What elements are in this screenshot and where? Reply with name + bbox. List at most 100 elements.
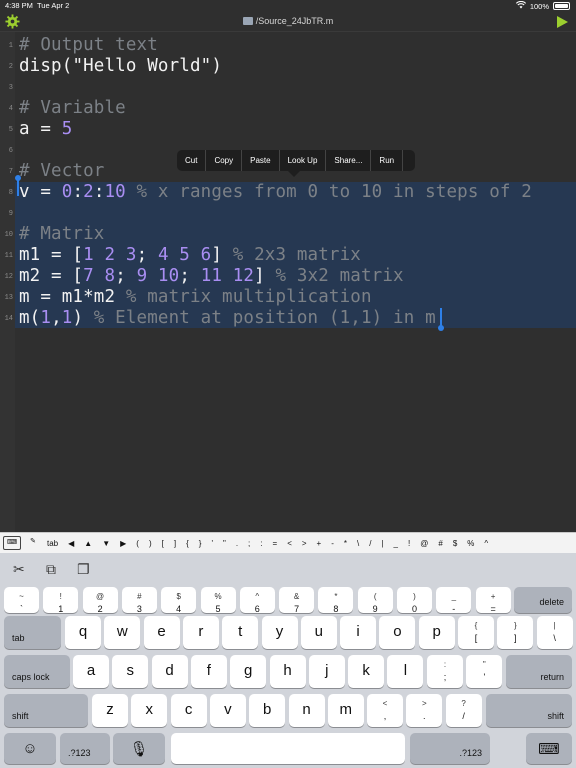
code-line[interactable]: 9 — [0, 202, 576, 223]
menu-copy[interactable]: Copy — [206, 150, 243, 171]
copy-icon[interactable]: ⧉ — [46, 561, 56, 578]
symbol-key[interactable]: _ — [389, 539, 403, 548]
shift-right-key[interactable]: shift — [486, 694, 572, 727]
key-b[interactable]: b — [249, 694, 286, 727]
return-key[interactable]: return — [506, 655, 572, 688]
key-o[interactable]: o — [379, 616, 416, 649]
key-8[interactable]: * 8 — [318, 587, 354, 614]
key-l[interactable]: l — [387, 655, 424, 688]
symbol-key[interactable]: + — [312, 539, 327, 548]
key-e[interactable]: e — [143, 616, 180, 649]
key-3[interactable]: #3 — [121, 587, 157, 614]
key-a[interactable]: a — [73, 655, 109, 688]
symbol-key[interactable]: - — [326, 539, 339, 548]
symbol-key[interactable]: $ — [448, 539, 462, 548]
symbol-key[interactable]: ) — [144, 539, 157, 548]
edit-icon[interactable]: ✎ — [24, 536, 42, 550]
selection-end-handle[interactable] — [440, 308, 442, 326]
key-m[interactable]: m — [327, 694, 364, 727]
code-line[interactable]: 2 disp("Hello World") — [0, 55, 576, 76]
symbol-key[interactable]: ^ — [479, 539, 493, 548]
key-2[interactable]: @2 — [82, 587, 118, 614]
code-line[interactable]: 3 — [0, 76, 576, 97]
symbol-key[interactable]: . — [231, 539, 243, 548]
symbol-key[interactable]: | — [376, 539, 388, 548]
numbers-key-left[interactable]: .?123 — [60, 733, 110, 764]
key-w[interactable]: w — [104, 616, 141, 649]
key-i[interactable]: i — [340, 616, 377, 649]
key-f[interactable]: f — [190, 655, 227, 688]
delete-key[interactable]: delete — [514, 587, 572, 613]
symbol-key[interactable]: { — [181, 539, 194, 548]
key-1[interactable]: ! 1 — [43, 587, 79, 614]
key-u[interactable]: u — [300, 616, 337, 649]
menu-paste[interactable]: Paste — [242, 150, 280, 171]
code-line[interactable]: 12 m2 = [7 8; 9 10; 11 12] % 3x2 matrix — [0, 265, 576, 286]
symbol-key[interactable]: < — [282, 539, 297, 548]
code-line[interactable]: 1 # Output text — [0, 34, 576, 55]
tab-key[interactable]: tab — [4, 616, 61, 649]
symbol-key[interactable]: ; — [243, 539, 255, 548]
symbol-key[interactable]: ▶ — [115, 539, 131, 548]
symbol-key[interactable]: ! — [403, 539, 415, 548]
shift-left-key[interactable]: shift — [4, 694, 88, 727]
key-t[interactable]: t — [222, 616, 259, 649]
key-d[interactable]: d — [151, 655, 188, 688]
paste-icon[interactable]: ❐ — [77, 561, 90, 578]
key-n[interactable]: n — [288, 694, 325, 727]
numbers-key-right[interactable]: .?123 — [410, 733, 490, 764]
key-x[interactable]: x — [131, 694, 168, 727]
key--[interactable]: _ - — [436, 587, 472, 614]
key-4[interactable]: $4 — [161, 587, 197, 614]
symbol-key[interactable]: tab — [42, 539, 63, 548]
menu-share[interactable]: Share... — [326, 150, 372, 171]
symbol-key[interactable]: > — [297, 539, 312, 548]
key-g[interactable]: g — [230, 655, 267, 688]
code-line[interactable]: 4 # Variable — [0, 97, 576, 118]
play-icon[interactable] — [557, 16, 568, 28]
key-h[interactable]: h — [269, 655, 306, 688]
key-9[interactable]: (9 — [357, 587, 393, 614]
code-line[interactable]: 8 v = 0:2:10 % x ranges from 0 to 10 in s… — [0, 181, 576, 202]
symbol-key[interactable]: } — [194, 539, 207, 548]
key-v[interactable]: v — [209, 694, 246, 727]
file-title[interactable]: /Source_24JbTR.m — [0, 16, 576, 26]
symbol-key[interactable]: " — [218, 539, 231, 548]
key-r[interactable]: r — [182, 616, 219, 649]
key-6[interactable]: ^ 6 — [239, 587, 275, 614]
key-k[interactable]: k — [348, 655, 385, 688]
symbol-key[interactable]: ] — [169, 539, 181, 548]
selection-end-knob[interactable] — [438, 325, 444, 331]
keyboard-hide-key[interactable]: ⌨ — [526, 733, 572, 764]
symbol-key[interactable]: : — [255, 539, 267, 548]
menu-cut[interactable]: Cut — [177, 150, 207, 171]
code-line[interactable]: 11 m1 = [1 2 3; 4 5 6] % 2x3 matrix — [0, 244, 576, 265]
key-5[interactable]: % 5 — [200, 587, 236, 614]
key-0[interactable]: ) 0 — [397, 587, 432, 614]
code-editor[interactable]: 1 # Output text 2 disp("Hello World") 3 4 # Va… — [0, 32, 576, 532]
symbol-key[interactable]: ( — [131, 539, 144, 548]
code-line[interactable]: 5a = 5 — [0, 118, 576, 139]
symbol-key[interactable]: % — [462, 539, 479, 548]
key-q[interactable]: q — [65, 616, 101, 649]
symbol-key[interactable]: * — [339, 539, 352, 548]
key-sym-0[interactable]: :; — [427, 655, 463, 688]
code-line[interactable]: 14 m(1,1) % Element at position (1,1) in … — [0, 307, 576, 328]
symbol-key[interactable]: ▲ — [79, 539, 97, 548]
key-=[interactable]: + = — [475, 587, 511, 614]
key-`[interactable]: ~ ` — [4, 587, 39, 614]
symbol-key[interactable]: @ — [415, 539, 433, 548]
key-][interactable]: }] — [497, 616, 534, 649]
key-7[interactable]: & 7 — [279, 587, 315, 614]
key-zsym-1[interactable]: >. — [406, 694, 443, 727]
menu-run[interactable]: Run — [371, 150, 404, 171]
symbol-key[interactable]: # — [433, 539, 447, 548]
menu-look-up[interactable]: Look Up — [280, 150, 327, 171]
key-zsym-2[interactable]: ? / — [445, 694, 482, 727]
symbol-key[interactable]: [ — [157, 539, 169, 548]
scissors-icon[interactable]: ✂ — [13, 561, 25, 578]
code-line[interactable]: 13 m = m1*m2 % matrix multiplication — [0, 286, 576, 307]
key-s[interactable]: s — [112, 655, 149, 688]
space-bar[interactable] — [171, 733, 405, 764]
microphone-key[interactable]: 🎙 — [113, 733, 165, 764]
